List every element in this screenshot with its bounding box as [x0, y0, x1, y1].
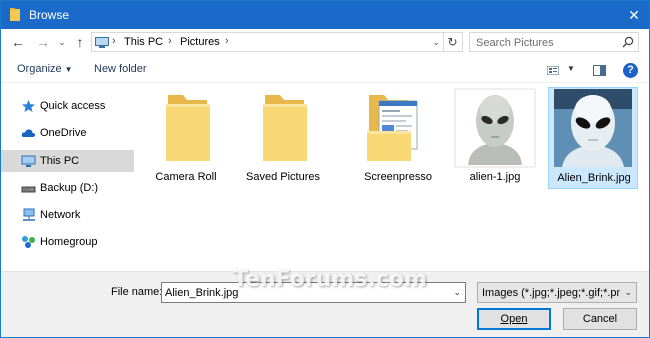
- close-button[interactable]: ✕: [619, 1, 649, 29]
- sidebar-item-homegroup[interactable]: Homegroup: [1, 231, 134, 253]
- file-item-label: Screenpresso: [364, 171, 432, 183]
- title-bar: Browse ✕: [1, 1, 649, 29]
- sidebar-item-network[interactable]: Network: [1, 204, 134, 226]
- chevron-down-icon: ⌄: [624, 287, 632, 297]
- alien-image-thumbnail: [554, 89, 632, 167]
- file-item-saved-pictures[interactable]: Saved Pictures: [238, 87, 328, 191]
- command-bar: Organize ▼ New folder ▼ ?: [1, 57, 649, 83]
- breadcrumb-separator: ›: [225, 35, 229, 47]
- search-icon[interactable]: [622, 36, 634, 48]
- file-list: Camera Roll Saved Pictures Screenpresso …: [141, 87, 646, 271]
- file-item-label: alien-1.jpg: [469, 171, 521, 183]
- breadcrumb-pictures[interactable]: Pictures: [180, 36, 220, 48]
- file-item-alien-1[interactable]: alien-1.jpg: [450, 87, 540, 191]
- sidebar-item-onedrive[interactable]: OneDrive: [1, 122, 134, 144]
- file-type-select[interactable]: Images (*.jpg;*.jpeg;*.gif;*.png; ⌄: [477, 282, 637, 303]
- back-button[interactable]: ←: [9, 33, 27, 51]
- drive-icon: [21, 186, 36, 193]
- sidebar-item-label: This PC: [40, 155, 80, 167]
- breadcrumb-separator: ›: [168, 35, 172, 47]
- preview-pane-icon[interactable]: [593, 65, 606, 76]
- homegroup-icon: [22, 236, 35, 248]
- change-view-icon[interactable]: [547, 66, 559, 75]
- file-item-label: Camera Roll: [155, 171, 217, 183]
- up-button[interactable]: ↑: [71, 33, 89, 51]
- forward-button[interactable]: →: [34, 33, 52, 51]
- file-item-screenpresso[interactable]: Screenpresso: [353, 87, 443, 191]
- organize-label: Organize: [17, 63, 62, 75]
- refresh-button[interactable]: ↻: [443, 33, 461, 51]
- sidebar-item-quick-access[interactable]: Quick access: [1, 95, 134, 117]
- cancel-button[interactable]: Cancel: [563, 308, 637, 330]
- sidebar-item-backup[interactable]: Backup (D:): [1, 177, 134, 199]
- sidebar-item-label: Backup (D:): [40, 182, 99, 194]
- breadcrumb-this-pc[interactable]: This PC: [124, 36, 163, 48]
- navigation-pane: Quick access OneDrive This PC Backup (D:…: [1, 87, 134, 271]
- sidebar-item-label: OneDrive: [40, 127, 87, 139]
- view-options-dropdown[interactable]: ▼: [567, 64, 575, 73]
- file-item-camera-roll[interactable]: Camera Roll: [141, 87, 231, 191]
- sidebar-item-label: Network: [40, 209, 81, 221]
- file-name-label: File name:: [111, 286, 163, 298]
- breadcrumb-separator: ›: [112, 35, 116, 47]
- folder-icon: [10, 8, 20, 21]
- navigation-bar: ← → ⌄ ↑ › This PC › Pictures › ⌄ ↻: [1, 29, 649, 55]
- recent-locations-button[interactable]: ⌄: [57, 33, 67, 51]
- this-pc-icon: [95, 37, 109, 48]
- folder-with-preview-icon: [367, 95, 418, 161]
- file-item-label: Alien_Brink.jpg: [557, 172, 631, 184]
- file-type-value: Images (*.jpg;*.jpeg;*.gif;*.png;: [482, 287, 620, 299]
- file-name-dropdown[interactable]: ⌄: [453, 287, 461, 298]
- organize-button[interactable]: Organize ▼: [17, 63, 73, 75]
- search-input[interactable]: [476, 35, 614, 50]
- help-icon[interactable]: ?: [623, 63, 638, 78]
- cloud-icon: [21, 129, 36, 137]
- watermark: TenForums.com: [233, 267, 427, 292]
- open-button[interactable]: Open: [477, 308, 551, 330]
- folder-icon: [263, 95, 307, 161]
- open-button-label: Open: [500, 313, 528, 325]
- sidebar-item-this-pc[interactable]: This PC: [1, 150, 134, 172]
- address-bar[interactable]: › This PC › Pictures › ⌄ ↻: [91, 32, 463, 52]
- file-item-alien-brink[interactable]: Alien_Brink.jpg: [548, 87, 638, 189]
- search-box: [469, 32, 639, 52]
- alien-image-thumbnail: [454, 88, 536, 168]
- network-icon: [23, 208, 35, 221]
- window-title: Browse: [29, 8, 70, 22]
- address-history-dropdown[interactable]: ⌄: [432, 37, 440, 48]
- file-item-label: Saved Pictures: [246, 171, 320, 183]
- chevron-down-icon: ▼: [64, 65, 73, 74]
- computer-icon: [21, 155, 36, 167]
- new-folder-button[interactable]: New folder: [94, 63, 147, 75]
- star-icon: [22, 100, 35, 112]
- sidebar-item-label: Homegroup: [40, 236, 98, 248]
- browse-dialog: Browse ✕ ← → ⌄ ↑ › This PC › Pictures › …: [0, 0, 650, 338]
- sidebar-item-label: Quick access: [40, 100, 106, 112]
- folder-icon: [166, 95, 210, 161]
